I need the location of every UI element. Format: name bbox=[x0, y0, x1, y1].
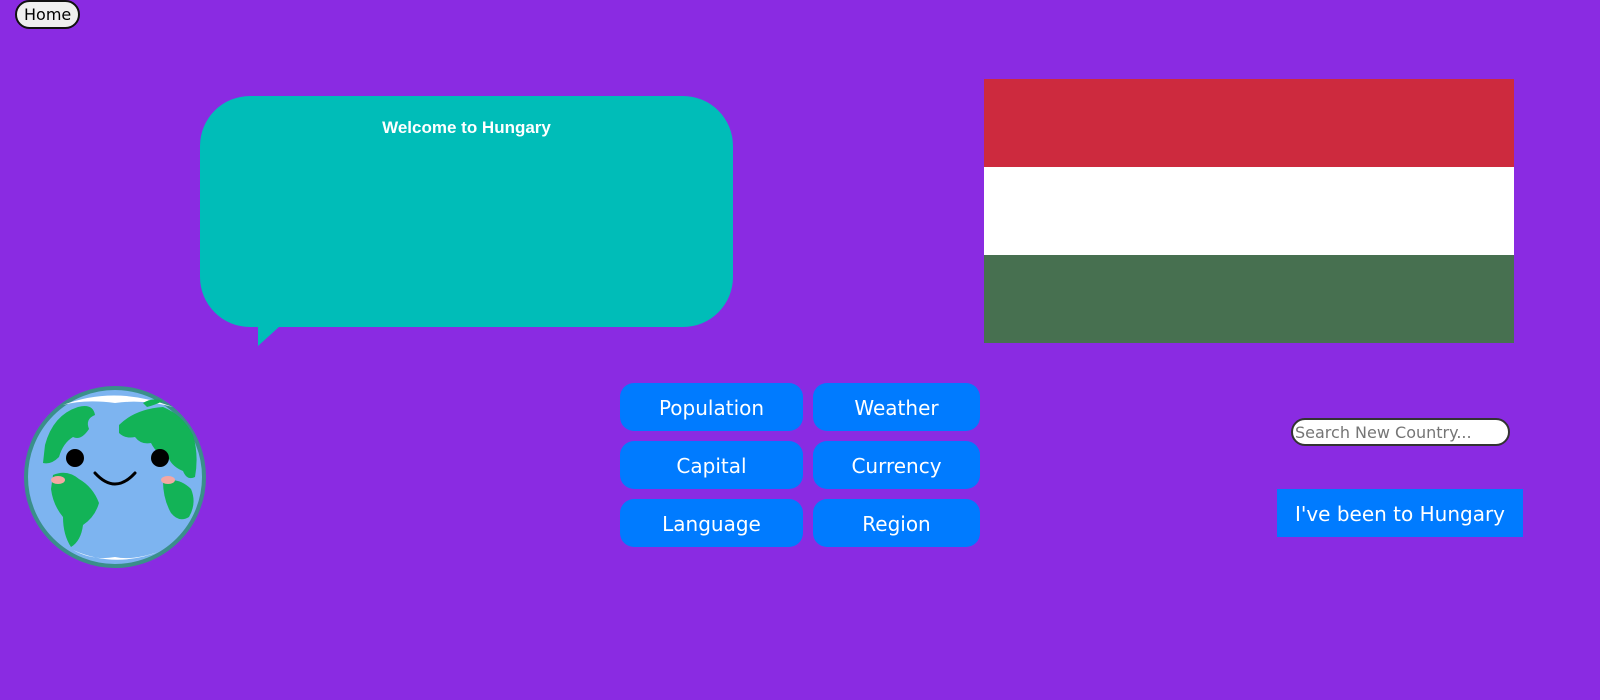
smiling-globe-icon bbox=[24, 386, 206, 568]
speech-bubble: Welcome to Hungary bbox=[200, 96, 733, 327]
welcome-title: Welcome to Hungary bbox=[382, 118, 551, 137]
flag-stripe-red bbox=[984, 79, 1514, 167]
currency-button[interactable]: Currency bbox=[813, 441, 980, 489]
flag-stripe-green bbox=[984, 255, 1514, 343]
weather-button[interactable]: Weather bbox=[813, 383, 980, 431]
language-button[interactable]: Language bbox=[620, 499, 803, 547]
population-button[interactable]: Population bbox=[620, 383, 803, 431]
page: Home Welcome to Hungary Population Weath… bbox=[0, 0, 1600, 700]
been-to-country-button[interactable]: I've been to Hungary bbox=[1277, 489, 1523, 537]
region-button[interactable]: Region bbox=[813, 499, 980, 547]
flag-stripe-white bbox=[984, 167, 1514, 255]
search-country-input[interactable] bbox=[1291, 418, 1510, 446]
capital-button[interactable]: Capital bbox=[620, 441, 803, 489]
speech-bubble-tail bbox=[258, 326, 280, 346]
country-flag bbox=[984, 79, 1514, 343]
home-button[interactable]: Home bbox=[15, 0, 81, 29]
